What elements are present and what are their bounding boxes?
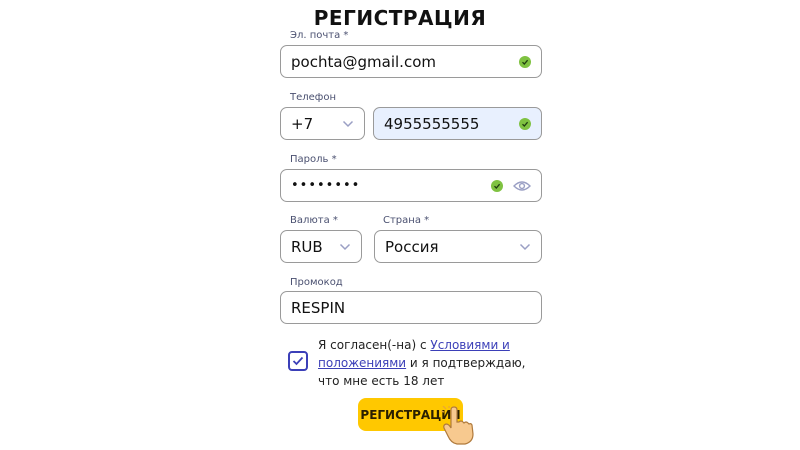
agreement-checkbox[interactable] xyxy=(288,351,308,371)
phone-number-field[interactable]: 4955555555 xyxy=(373,107,542,140)
agreement-text: Я согласен(-на) с Условиями и положениям… xyxy=(318,336,543,390)
phone-label: Телефон xyxy=(290,92,337,103)
eye-icon[interactable] xyxy=(513,180,531,192)
pointer-hand-icon xyxy=(441,406,474,445)
chevron-down-icon xyxy=(342,120,354,127)
chevron-down-icon xyxy=(519,243,531,250)
currency-select[interactable]: RUB xyxy=(280,230,362,263)
currency-value: RUB xyxy=(291,237,323,256)
country-value: Россия xyxy=(385,237,439,256)
email-label: Эл. почта * xyxy=(290,30,349,41)
agreement-text-before: Я согласен(-на) с xyxy=(318,338,431,352)
email-value: pochta@gmail.com xyxy=(291,52,436,71)
currency-label: Валюта * xyxy=(290,215,338,226)
password-label: Пароль * xyxy=(290,154,337,165)
check-circle-icon xyxy=(519,117,531,130)
chevron-down-icon xyxy=(339,243,351,250)
password-value: •••••••• xyxy=(291,178,361,193)
phone-number-value: 4955555555 xyxy=(384,114,480,133)
promo-value: RESPIN xyxy=(291,298,346,317)
checkbox-check-icon xyxy=(292,356,304,366)
country-select[interactable]: Россия xyxy=(374,230,542,263)
phone-code-value: +7 xyxy=(291,114,314,133)
check-circle-icon xyxy=(519,55,531,68)
email-field[interactable]: pochta@gmail.com xyxy=(280,45,542,78)
country-label: Страна * xyxy=(383,215,430,226)
promo-label: Промокод xyxy=(290,277,343,288)
promo-field[interactable]: RESPIN xyxy=(280,291,542,324)
phone-code-select[interactable]: +7 xyxy=(280,107,365,140)
page-title: РЕГИСТРАЦИЯ xyxy=(313,6,487,30)
password-field[interactable]: •••••••• xyxy=(280,169,542,202)
check-circle-icon xyxy=(491,179,503,192)
